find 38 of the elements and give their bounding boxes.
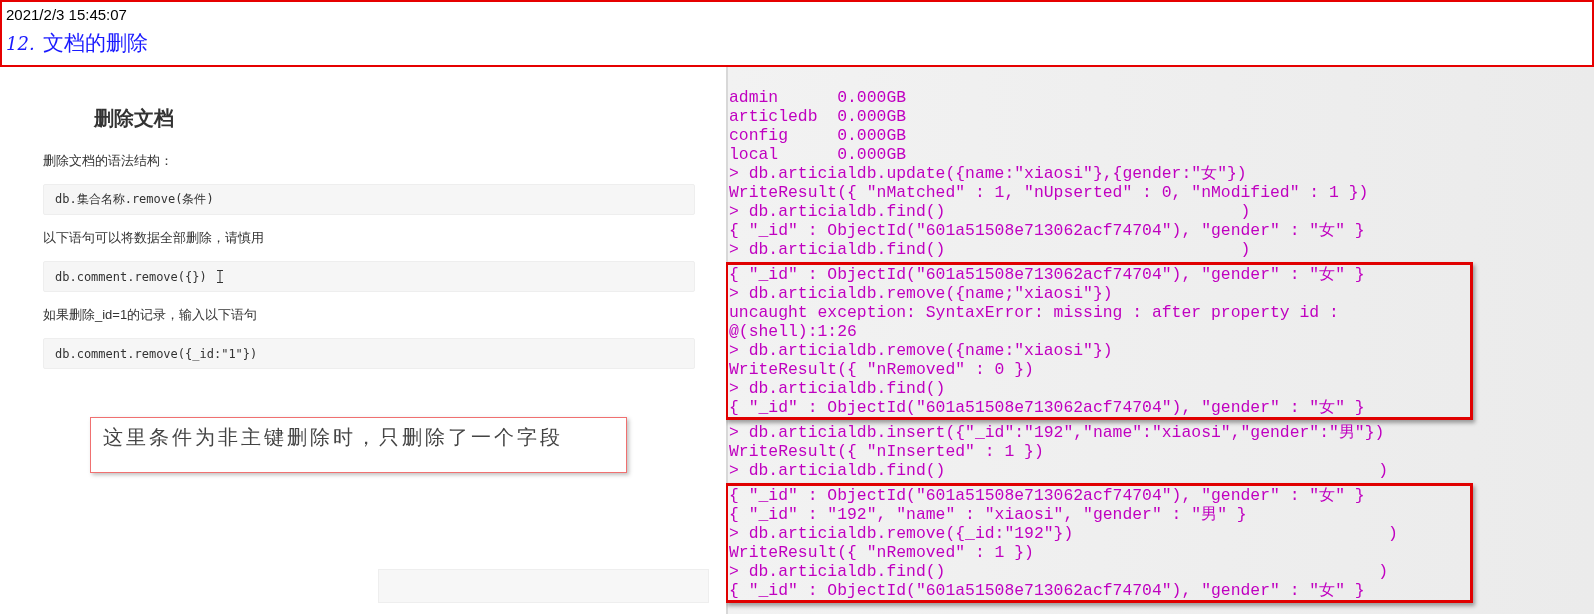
terminal-line: local 0.000GB (729, 145, 908, 164)
paragraph: 以下语句可以将数据全部删除，请慎用 (43, 229, 265, 247)
terminal-line: > db.articialdb.update({name:"xiaosi"},{gender:"女"}) (729, 164, 1248, 183)
terminal-line: WriteResult({ "nRemoved" : 1 }) (729, 543, 1035, 562)
terminal-line: > db.articialdb.find() ) (729, 461, 1389, 480)
code-text: db.comment.remove({}) (55, 269, 207, 284)
code-text: db.comment.remove({_id:"1"}) (55, 346, 258, 361)
terminal-line: uncaught exception: SyntaxError: missing : after property id : (729, 303, 1340, 322)
terminal-line: > db.articialdb.remove({name;"xiaosi"}) (729, 284, 1114, 303)
note-title: 文档的删除 (42, 30, 148, 57)
terminal-line: @(shell):1:26 (729, 322, 858, 341)
timestamp: 2021/2/3 15:45:07 (6, 6, 128, 23)
terminal-line: { "_id" : ObjectId("601a51508e713062acf74704"), "gender" : "女" } (729, 398, 1366, 417)
terminal-line: > db.articialdb.find() ) (729, 240, 1252, 259)
terminal-line: { "_id" : ObjectId("601a51508e713062acf74704"), "gender" : "女" } (729, 486, 1366, 505)
terminal-line: > db.articialdb.find() ) (729, 202, 1252, 221)
terminal-line: > db.articialdb.remove({name:"xiaosi"}) (729, 341, 1114, 360)
callout-note: 这里条件为非主键删除时，只删除了一个字段 (90, 417, 627, 473)
terminal-line: WriteResult({ "nRemoved" : 0 }) (729, 360, 1035, 379)
terminal-line: admin 0.000GB (729, 88, 908, 107)
terminal-line: > db.articialdb.remove({_id:"192"}) ) (729, 524, 1399, 543)
terminal-line: > db.articialdb.find() (729, 379, 947, 398)
terminal-line: > db.articialdb.insert({"_id":"192","name":"xiaosi","gender":"男"}) (729, 423, 1386, 442)
terminal-line: { "_id" : ObjectId("601a51508e713062acf74704"), "gender" : "女" } (729, 221, 1366, 240)
terminal-line: { "_id" : ObjectId("601a51508e713062acf74704"), "gender" : "女" } (729, 265, 1366, 284)
section-number: 12. (6, 33, 35, 54)
text-cursor-icon (216, 270, 223, 283)
paragraph: 如果删除_id=1的记录，输入以下语句 (43, 306, 259, 324)
paragraph: 删除文档的语法结构： (43, 152, 174, 170)
terminal-line: WriteResult({ "nInserted" : 1 }) (729, 442, 1045, 461)
terminal-line: articledb 0.000GB (729, 107, 908, 126)
terminal-line: > db.articialdb.find() ) (729, 562, 1389, 581)
code-text: db.集合名称.remove(条件) (55, 191, 214, 208)
terminal-line: WriteResult({ "nMatched" : 1, "nUpserted" : 0, "nModified" : 1 }) (729, 183, 1370, 202)
terminal-line: { "_id" : ObjectId("601a51508e713062acf74704"), "gender" : "女" } (729, 581, 1366, 600)
terminal-line: config 0.000GB (729, 126, 908, 145)
article-heading: 删除文档 (94, 106, 175, 131)
terminal-line: { "_id" : "192", "name" : "xiaosi", "gender" : "男" } (729, 505, 1248, 524)
